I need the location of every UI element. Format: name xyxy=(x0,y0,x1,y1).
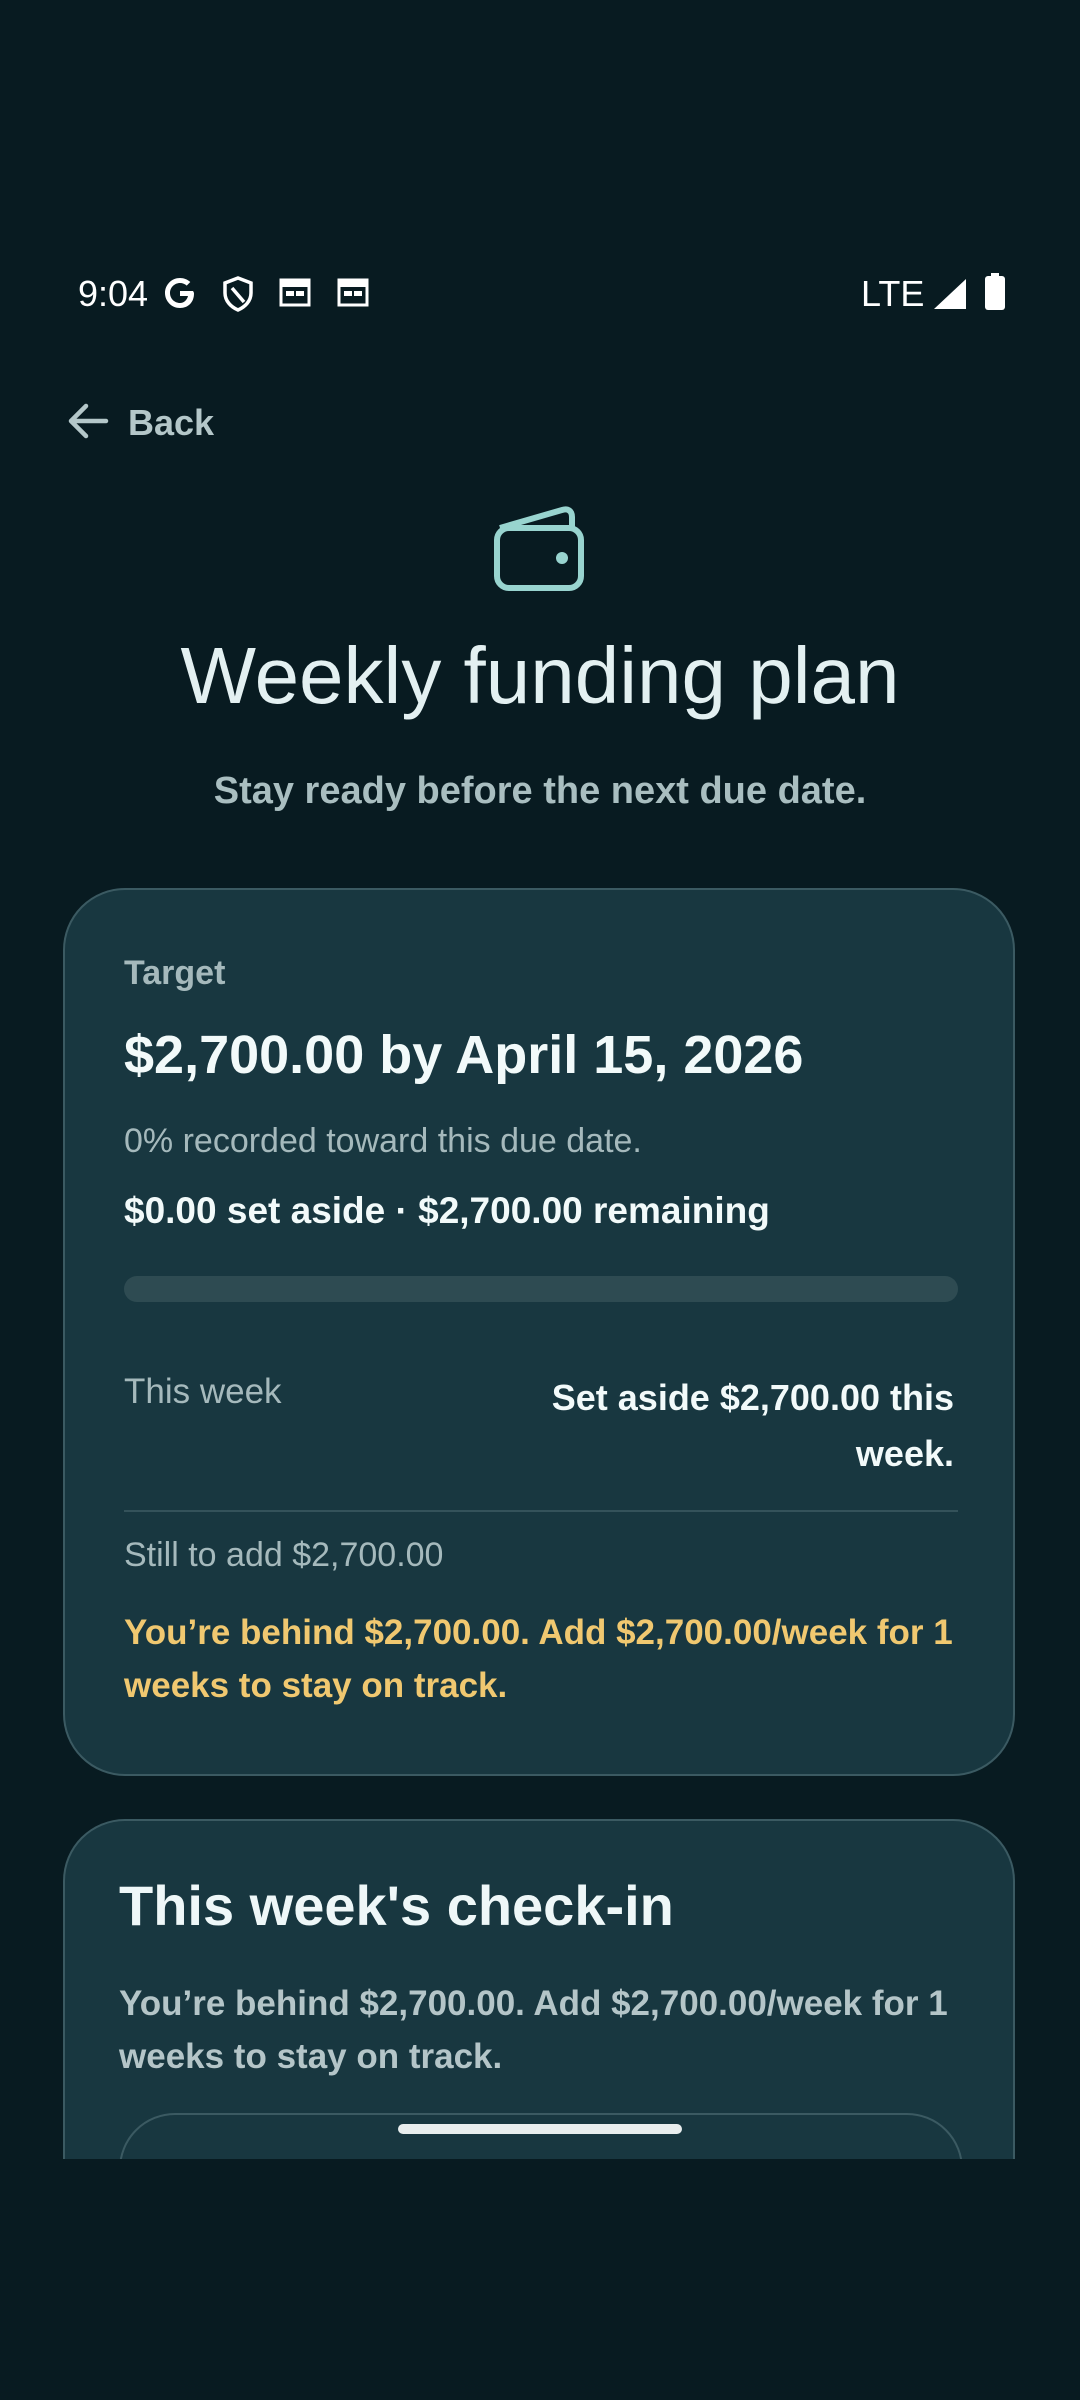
network-type: LTE xyxy=(861,273,925,314)
target-card: Target $2,700.00 by April 15, 2026 0% re… xyxy=(63,888,1015,1776)
divider xyxy=(124,1510,958,1512)
page-title: Weekly funding plan xyxy=(180,631,900,720)
still-to-add: Still to add $2,700.00 xyxy=(124,1536,444,1574)
battery-icon xyxy=(984,273,1006,316)
back-button[interactable]: Back xyxy=(66,398,214,448)
status-time: 9:04 xyxy=(78,273,149,314)
target-label: Target xyxy=(124,954,226,992)
google-icon xyxy=(162,275,198,316)
progress-bar xyxy=(124,1276,958,1302)
home-indicator[interactable] xyxy=(398,2124,682,2134)
signal-icon xyxy=(932,277,968,316)
page-subtitle: Stay ready before the next due date. xyxy=(213,770,867,812)
calendar-icon xyxy=(336,275,370,314)
target-amount-date: $2,700.00 by April 15, 2026 xyxy=(124,1025,804,1085)
status-bar: 9:04 LTE xyxy=(0,255,1080,335)
checkin-inner-card[interactable] xyxy=(119,2113,963,2159)
wallet-icon xyxy=(490,506,590,599)
calendar-icon xyxy=(278,275,312,314)
this-week-value: Set aside $2,700.00 this week. xyxy=(551,1377,954,1474)
checkin-card: This week's check-in You’re behind $2,70… xyxy=(63,1819,1015,2159)
this-week-label: This week xyxy=(124,1372,282,1411)
shield-icon xyxy=(222,275,254,318)
back-label: Back xyxy=(128,402,215,443)
checkin-title: This week's check-in xyxy=(119,1874,674,1937)
arrow-left-icon xyxy=(66,401,110,446)
behind-warning: You’re behind $2,700.00. Add $2,700.00/w… xyxy=(124,1613,953,1705)
amount-summary: $0.00 set aside · $2,700.00 remaining xyxy=(124,1190,770,1231)
recorded-text: 0% recorded toward this due date. xyxy=(124,1122,642,1160)
checkin-text: You’re behind $2,700.00. Add $2,700.00/w… xyxy=(119,1984,948,2076)
